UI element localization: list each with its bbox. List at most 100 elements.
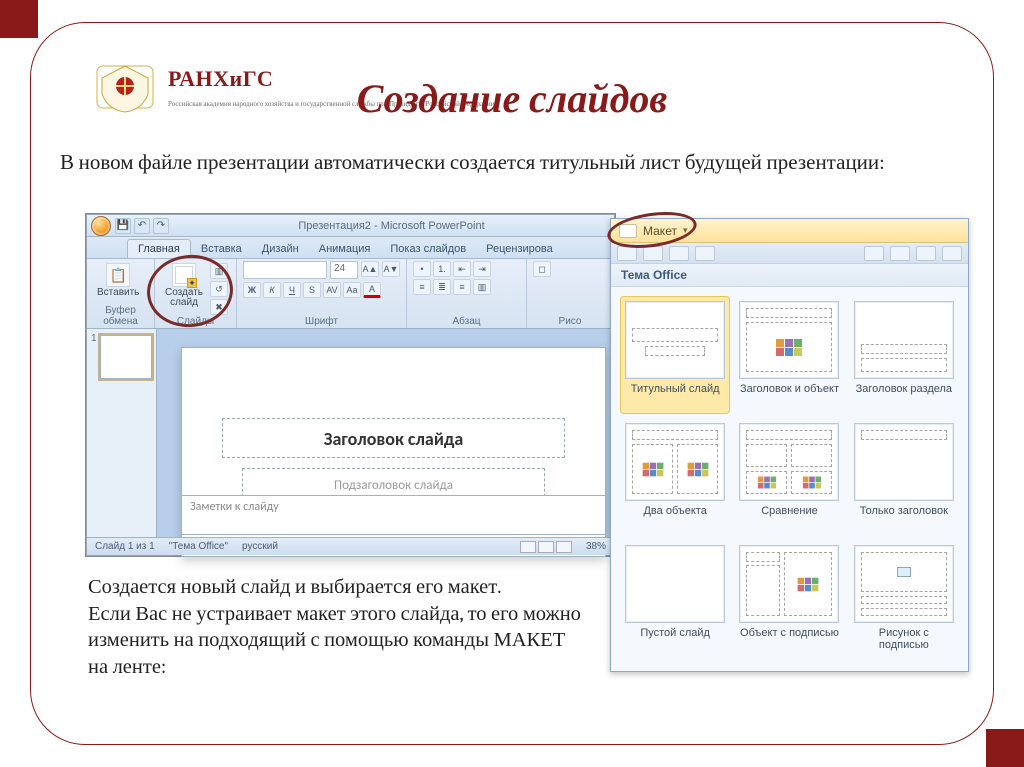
sorter-view-icon[interactable] bbox=[538, 541, 554, 553]
columns-icon[interactable]: ▥ bbox=[473, 279, 491, 295]
tab-review[interactable]: Рецензирова bbox=[476, 240, 563, 258]
slide-thumbnail-panel: 1 bbox=[87, 329, 157, 537]
layout-item-blank[interactable]: Пустой слайд bbox=[621, 541, 729, 657]
status-language: русский bbox=[242, 541, 278, 552]
corner-decor-top-left bbox=[0, 0, 38, 38]
font-color-icon[interactable]: A bbox=[363, 282, 381, 298]
group-clipboard-label: Буфер обмена bbox=[93, 304, 148, 327]
ribbon-tabs: Главная Вставка Дизайн Анимация Показ сл… bbox=[87, 237, 614, 259]
slide-thumbnail[interactable] bbox=[100, 335, 152, 379]
caps-icon[interactable]: Aa bbox=[343, 282, 361, 298]
reset-mini-icon[interactable]: ↺ bbox=[210, 281, 228, 297]
shrink-font-icon[interactable]: A▼ bbox=[382, 261, 400, 277]
delete-mini-icon[interactable]: ✖ bbox=[210, 299, 228, 315]
layout-item-two-content[interactable]: Два объекта bbox=[621, 419, 729, 535]
page-title: Создание слайдов bbox=[0, 75, 1024, 122]
new-slide-label: Создать слайд bbox=[165, 288, 203, 308]
align-left-icon[interactable]: ≡ bbox=[413, 279, 431, 295]
clipboard-icon: 📋 bbox=[106, 263, 130, 287]
mini-btn-6[interactable] bbox=[890, 246, 910, 261]
slide-root: РАНХиГС Российская академия народного хо… bbox=[0, 0, 1024, 767]
layout-caption: Заголовок и объект bbox=[740, 383, 839, 409]
slideshow-view-icon[interactable] bbox=[556, 541, 572, 553]
font-family-combo[interactable] bbox=[243, 261, 327, 279]
status-bar: Слайд 1 из 1 "Тема Office" русский 38% bbox=[87, 537, 614, 555]
status-slide-count: Слайд 1 из 1 bbox=[95, 541, 155, 552]
grow-font-icon[interactable]: A▲ bbox=[361, 261, 379, 277]
chevron-down-icon: ▾ bbox=[683, 225, 688, 236]
align-center-icon[interactable]: ≣ bbox=[433, 279, 451, 295]
layout-item-title-only[interactable]: Только заголовок bbox=[850, 419, 958, 535]
paste-label: Вставить bbox=[97, 288, 139, 298]
mini-btn-3[interactable] bbox=[669, 246, 689, 261]
layout-item-title-slide[interactable]: Титульный слайд bbox=[621, 297, 729, 413]
thumb-number: 1 bbox=[91, 333, 97, 379]
layout-caption: Объект с подписью bbox=[740, 627, 839, 653]
title-placeholder[interactable]: Заголовок слайда bbox=[222, 418, 565, 458]
layout-caption: Только заголовок bbox=[860, 505, 948, 531]
group-draw-label: Рисо bbox=[533, 315, 607, 327]
group-paragraph-label: Абзац bbox=[413, 315, 520, 327]
new-slide-button[interactable]: ✦ Создать слайд bbox=[161, 261, 207, 310]
layout-theme-header: Тема Office bbox=[611, 264, 968, 287]
paragraph-commands: Создается новый слайд и выбирается его м… bbox=[88, 575, 588, 682]
numbering-icon[interactable]: 1. bbox=[433, 261, 451, 277]
layout-caption: Два объекта bbox=[643, 505, 706, 531]
powerpoint-window: 💾 ↶ ↷ Презентация2 - Microsoft PowerPoin… bbox=[86, 214, 615, 556]
group-slides-label: Слайды bbox=[161, 315, 230, 327]
layout-item-comparison[interactable]: Сравнение bbox=[735, 419, 843, 535]
layout-button-label: Макет bbox=[643, 224, 677, 238]
layout-caption: Титульный слайд bbox=[631, 383, 720, 409]
align-right-icon[interactable]: ≡ bbox=[453, 279, 471, 295]
layout-item-content-caption[interactable]: Объект с подписью bbox=[735, 541, 843, 657]
corner-decor-bottom-right bbox=[986, 729, 1024, 767]
layout-mini-icon[interactable]: ▥ bbox=[210, 263, 228, 279]
layout-item-title-content[interactable]: Заголовок и объект bbox=[735, 297, 843, 413]
normal-view-icon[interactable] bbox=[520, 541, 536, 553]
mini-btn-8[interactable] bbox=[942, 246, 962, 261]
bold-icon[interactable]: Ж bbox=[243, 282, 261, 298]
layout-caption: Заголовок раздела bbox=[856, 383, 952, 409]
layout-gallery: Макет ▾ Тема Office Титульный слайд bbox=[610, 218, 969, 672]
status-zoom: 38% bbox=[586, 541, 606, 552]
strike-icon[interactable]: S bbox=[303, 282, 321, 298]
layout-item-section-header[interactable]: Заголовок раздела bbox=[850, 297, 958, 413]
layout-caption: Рисунок с подписью bbox=[854, 627, 954, 653]
indent-inc-icon[interactable]: ⇥ bbox=[473, 261, 491, 277]
font-size-combo[interactable]: 24 bbox=[330, 261, 358, 279]
mini-btn-4[interactable] bbox=[695, 246, 715, 261]
qat-undo-icon[interactable]: ↶ bbox=[134, 218, 150, 234]
shapes-icon[interactable]: ◻ bbox=[533, 261, 551, 277]
tab-insert[interactable]: Вставка bbox=[191, 240, 252, 258]
new-slide-icon: ✦ bbox=[172, 263, 196, 287]
status-theme: "Тема Office" bbox=[169, 541, 228, 552]
ribbon: 📋 Вставить Буфер обмена ✦ Создат bbox=[87, 259, 614, 329]
layout-caption: Сравнение bbox=[761, 505, 818, 531]
layout-dropdown-button[interactable]: Макет ▾ bbox=[611, 219, 968, 243]
mini-btn-5[interactable] bbox=[864, 246, 884, 261]
mini-btn-7[interactable] bbox=[916, 246, 936, 261]
mini-btn-2[interactable] bbox=[643, 246, 663, 261]
group-font-label: Шрифт bbox=[243, 315, 400, 327]
indent-dec-icon[interactable]: ⇤ bbox=[453, 261, 471, 277]
tab-animation[interactable]: Анимация bbox=[309, 240, 381, 258]
layout-toolbar bbox=[611, 243, 968, 264]
tab-slideshow[interactable]: Показ слайдов bbox=[380, 240, 476, 258]
lead-paragraph: В новом файле презентации автоматически … bbox=[60, 150, 964, 177]
qat-redo-icon[interactable]: ↷ bbox=[153, 218, 169, 234]
tab-home[interactable]: Главная bbox=[127, 239, 191, 258]
qat-save-icon[interactable]: 💾 bbox=[115, 218, 131, 234]
shadow-icon[interactable]: AV bbox=[323, 282, 341, 298]
tab-design[interactable]: Дизайн bbox=[252, 240, 309, 258]
layout-item-picture-caption[interactable]: Рисунок с подписью bbox=[850, 541, 958, 657]
mini-btn-1[interactable] bbox=[617, 246, 637, 261]
italic-icon[interactable]: К bbox=[263, 282, 281, 298]
layout-caption: Пустой слайд bbox=[640, 627, 710, 653]
layout-icon bbox=[619, 224, 637, 238]
paste-button[interactable]: 📋 Вставить bbox=[93, 261, 143, 300]
office-orb-button[interactable] bbox=[91, 216, 111, 236]
bullets-icon[interactable]: • bbox=[413, 261, 431, 277]
underline-icon[interactable]: Ч bbox=[283, 282, 301, 298]
window-title: Презентация2 - Microsoft PowerPoint bbox=[173, 220, 610, 232]
notes-pane[interactable]: Заметки к слайду bbox=[181, 495, 606, 535]
